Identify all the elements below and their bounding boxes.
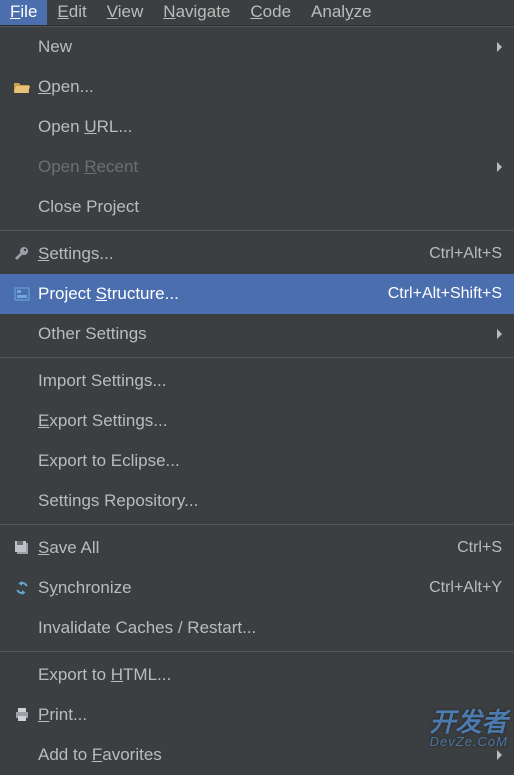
menu-item-print[interactable]: Print... — [0, 695, 514, 735]
menubar-item-edit[interactable]: Edit — [47, 0, 96, 25]
menu-item-label: Add to Favorites — [38, 745, 489, 765]
menu-item-close-project[interactable]: Close Project — [0, 187, 514, 227]
menubar-item-view[interactable]: View — [97, 0, 154, 25]
menu-item-new[interactable]: New — [0, 27, 514, 67]
save-all-icon — [6, 539, 38, 557]
menu-item-shortcut: Ctrl+Alt+S — [429, 245, 502, 263]
menu-item-open-url[interactable]: Open URL... — [0, 107, 514, 147]
menu-item-label: Open... — [38, 77, 502, 97]
chevron-right-icon — [497, 329, 502, 339]
menu-item-invalidate-caches-restart[interactable]: Invalidate Caches / Restart... — [0, 608, 514, 648]
menu-item-label: Invalidate Caches / Restart... — [38, 618, 502, 638]
menu-item-add-to-favorites[interactable]: Add to Favorites — [0, 735, 514, 775]
menu-item-label: Project Structure... — [38, 284, 378, 304]
menu-item-settings-repository[interactable]: Settings Repository... — [0, 481, 514, 521]
menubar: FileEditViewNavigateCodeAnalyze — [0, 0, 514, 26]
menu-item-project-structure[interactable]: Project Structure... Ctrl+Alt+Shift+S — [0, 274, 514, 314]
folder-open-icon — [6, 78, 38, 96]
chevron-right-icon — [497, 750, 502, 760]
menu-item-import-settings[interactable]: Import Settings... — [0, 361, 514, 401]
menu-item-label: Open Recent — [38, 157, 489, 177]
chevron-right-icon — [497, 42, 502, 52]
menubar-item-analyze[interactable]: Analyze — [301, 0, 382, 25]
menu-item-open-recent[interactable]: Open Recent — [0, 147, 514, 187]
menu-separator — [0, 357, 514, 358]
menu-item-label: Export to HTML... — [38, 665, 502, 685]
settings-wrench-icon — [6, 245, 38, 263]
menu-item-shortcut: Ctrl+Alt+Shift+S — [388, 285, 502, 303]
menu-separator — [0, 651, 514, 652]
menubar-item-file[interactable]: File — [0, 0, 47, 25]
menu-item-export-to-eclipse[interactable]: Export to Eclipse... — [0, 441, 514, 481]
menu-item-label: Other Settings — [38, 324, 489, 344]
menu-item-label: Synchronize — [38, 578, 419, 598]
menu-item-label: Import Settings... — [38, 371, 502, 391]
menu-item-label: Export Settings... — [38, 411, 502, 431]
menu-item-label: Close Project — [38, 197, 502, 217]
menu-item-export-settings[interactable]: Export Settings... — [0, 401, 514, 441]
menubar-item-navigate[interactable]: Navigate — [153, 0, 240, 25]
menu-item-settings[interactable]: Settings... Ctrl+Alt+S — [0, 234, 514, 274]
menu-item-shortcut: Ctrl+Alt+Y — [429, 579, 502, 597]
menu-item-shortcut: Ctrl+S — [457, 539, 502, 557]
menu-item-open[interactable]: Open... — [0, 67, 514, 107]
menu-item-label: Export to Eclipse... — [38, 451, 502, 471]
sync-icon — [6, 579, 38, 597]
file-menu-dropdown: New Open... Open URL... Open Recent Close Pr… — [0, 26, 514, 775]
menu-item-other-settings[interactable]: Other Settings — [0, 314, 514, 354]
menu-item-label: Open URL... — [38, 117, 502, 137]
menu-item-label: Save All — [38, 538, 447, 558]
menu-item-label: New — [38, 37, 489, 57]
menu-item-label: Print... — [38, 705, 502, 725]
menu-item-label: Settings... — [38, 244, 419, 264]
print-icon — [6, 706, 38, 724]
menu-separator — [0, 230, 514, 231]
project-structure-icon — [6, 285, 38, 303]
menu-item-save-all[interactable]: Save All Ctrl+S — [0, 528, 514, 568]
menubar-item-code[interactable]: Code — [240, 0, 301, 25]
menu-separator — [0, 524, 514, 525]
chevron-right-icon — [497, 162, 502, 172]
menu-item-label: Settings Repository... — [38, 491, 502, 511]
menu-item-synchronize[interactable]: Synchronize Ctrl+Alt+Y — [0, 568, 514, 608]
menu-item-export-to-html[interactable]: Export to HTML... — [0, 655, 514, 695]
